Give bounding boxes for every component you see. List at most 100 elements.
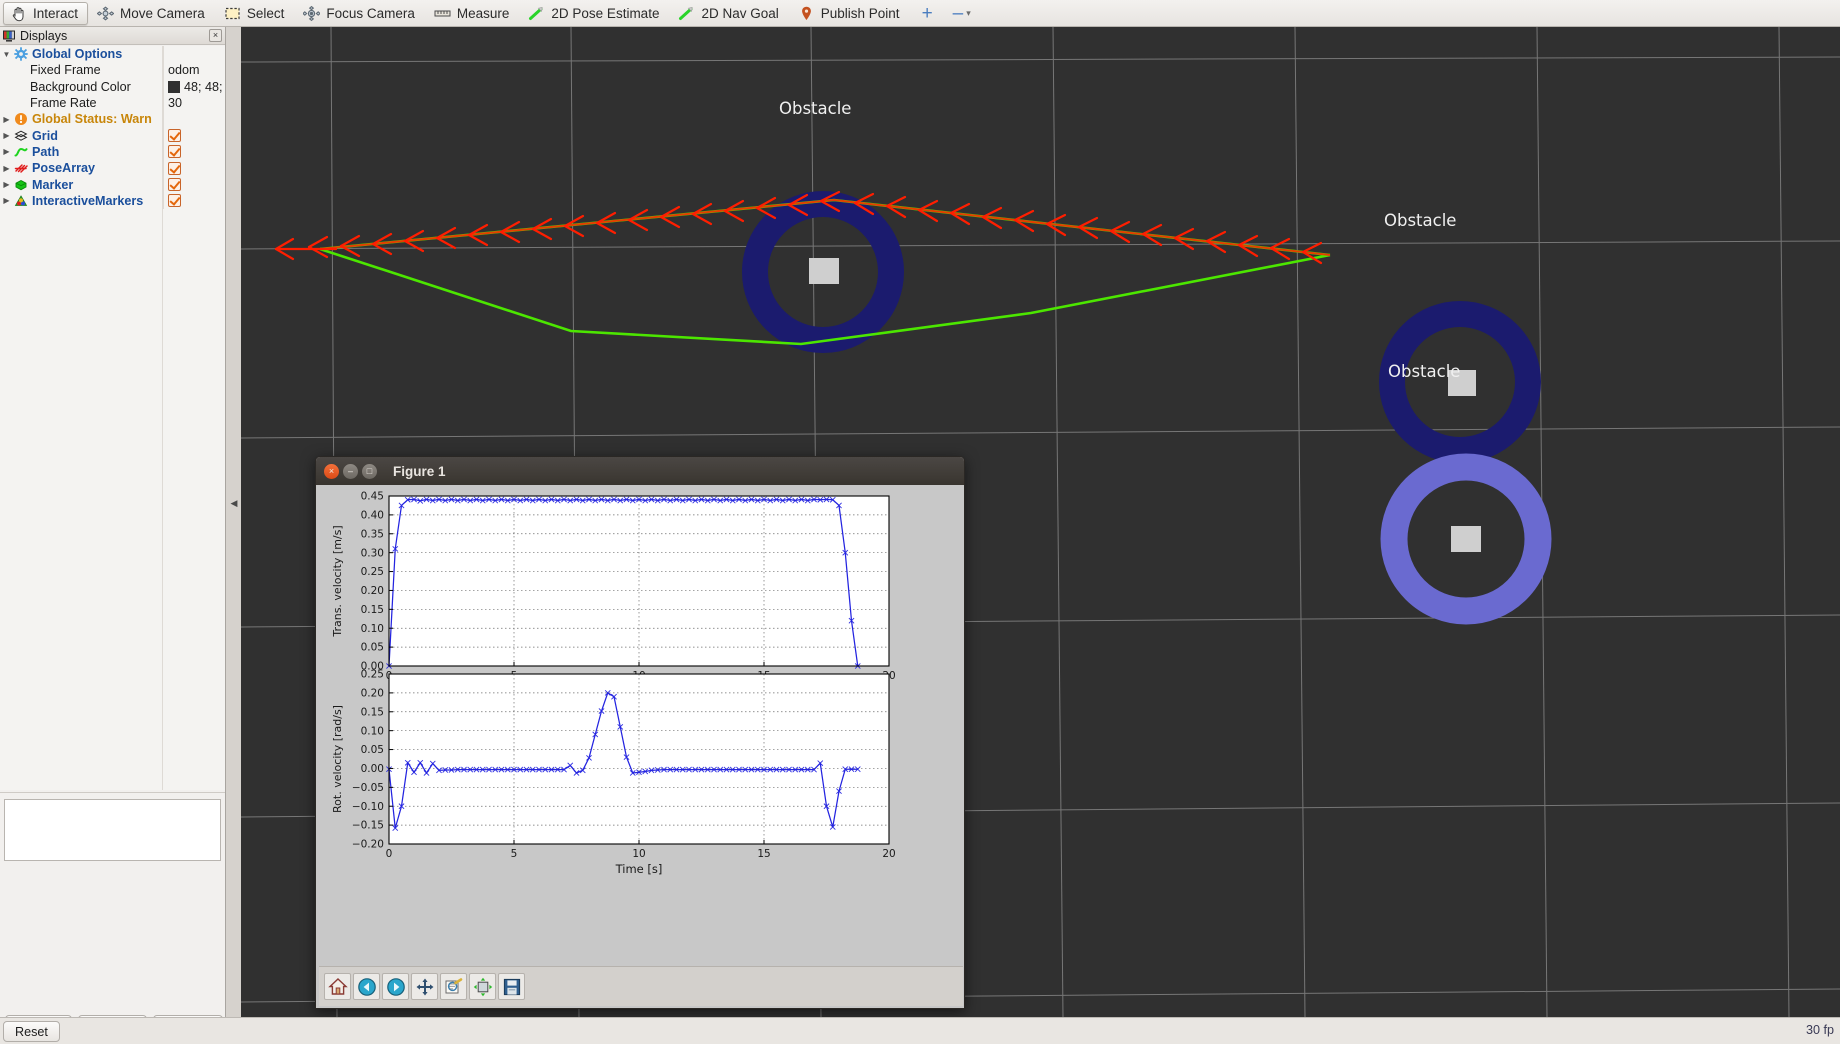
marker-enabled-checkbox[interactable] xyxy=(168,178,181,192)
tree-item-value xyxy=(163,127,225,144)
interactive-markers-enabled-checkbox[interactable] xyxy=(168,194,181,208)
expand-arrow-icon[interactable]: ▼ xyxy=(0,50,13,59)
toolbar-2d-pose-estimate-button[interactable]: 2D Pose Estimate xyxy=(521,2,669,25)
figure-title: Figure 1 xyxy=(393,463,446,479)
save-disk-icon[interactable] xyxy=(498,973,525,1000)
tree-item-label: Frame Rate xyxy=(30,96,97,111)
svg-text:Trans. velocity [m/s]: Trans. velocity [m/s] xyxy=(331,525,344,637)
minimize-icon[interactable]: – xyxy=(343,463,358,479)
tree-item-label: InteractiveMarkers xyxy=(32,193,144,208)
rviz-window: Interact Move Camera Select Focus Camera… xyxy=(0,0,1840,1044)
svg-text:0.05: 0.05 xyxy=(361,642,384,654)
color-swatch-icon xyxy=(168,80,180,93)
background-color-value[interactable]: 48; 48; xyxy=(163,78,225,95)
panel-collapse-handle[interactable]: ◀ xyxy=(229,492,239,514)
toolbar-interact-button[interactable]: Interact xyxy=(3,1,89,25)
frame-rate-value[interactable]: 30 xyxy=(163,94,225,112)
toolbar-2d-nav-goal-button[interactable]: 2D Nav Goal xyxy=(671,2,788,25)
pose-arrow-icon xyxy=(528,5,545,22)
toolbar-item-label: Measure xyxy=(456,5,510,21)
expand-arrow-icon[interactable]: ▶ xyxy=(0,131,13,140)
chevron-down-icon[interactable]: ▾ xyxy=(966,8,979,19)
grid-icon xyxy=(13,128,28,143)
svg-text:0.30: 0.30 xyxy=(361,547,384,559)
svg-text:0.15: 0.15 xyxy=(361,706,384,718)
tree-item-global-options[interactable]: ▼ Global Options xyxy=(0,46,225,63)
tree-item-fixed-frame[interactable]: Fixed Frame odom xyxy=(0,62,225,79)
figure-navigation-toolbar xyxy=(319,966,963,1006)
ruler-icon xyxy=(434,5,451,22)
gear-icon xyxy=(13,47,28,62)
maximize-icon[interactable]: □ xyxy=(362,463,377,479)
toolbar-move-camera-button[interactable]: Move Camera xyxy=(90,2,215,25)
move-camera-icon xyxy=(97,5,115,22)
display-details-box xyxy=(4,799,221,861)
grid-enabled-checkbox[interactable] xyxy=(168,129,181,143)
expand-arrow-icon[interactable]: ▶ xyxy=(0,147,13,156)
panel-splitter[interactable] xyxy=(0,792,225,798)
tree-item-label: Path xyxy=(32,144,60,159)
toolbar-publish-point-button[interactable]: Publish Point xyxy=(791,2,910,25)
tree-item-interactive-markers[interactable]: ▶ InteractiveMarkers xyxy=(0,192,225,209)
tree-item-background-color[interactable]: Background Color 48; 48; xyxy=(0,78,225,95)
svg-text:5: 5 xyxy=(511,848,518,860)
interactive-markers-icon xyxy=(13,193,28,208)
svg-text:Time [s]: Time [s] xyxy=(615,862,663,876)
posearray-enabled-checkbox[interactable] xyxy=(168,161,181,175)
displays-panel-title: Displays xyxy=(20,28,68,43)
figure-titlebar[interactable]: × – □ Figure 1 xyxy=(316,457,964,485)
expand-arrow-icon[interactable]: ▶ xyxy=(0,196,13,205)
fixed-frame-value[interactable]: odom xyxy=(163,62,225,79)
expand-arrow-icon[interactable]: ▶ xyxy=(0,115,13,124)
zoom-rect-icon[interactable] xyxy=(440,973,467,1000)
plots-svg: 0.00 0.05 0.10 0.15 0.20 0.25 0.30 0.35 0.40 0.45… xyxy=(319,486,963,964)
displays-tree[interactable]: ▼ Global Options Fixed Frame odom Backgr… xyxy=(0,46,225,790)
tree-column-divider xyxy=(162,46,163,790)
forward-arrow-icon[interactable] xyxy=(382,973,409,1000)
obstacle-label: Obstacle xyxy=(1384,211,1457,230)
toolbar-measure-button[interactable]: Measure xyxy=(427,2,520,25)
svg-text:0.45: 0.45 xyxy=(361,491,384,503)
displays-panel-header: Displays × xyxy=(0,27,225,45)
home-icon[interactable] xyxy=(324,973,351,1000)
toolbar-remove-tool-button[interactable]: – xyxy=(943,4,967,23)
toolbar-focus-camera-button[interactable]: Focus Camera xyxy=(296,2,425,25)
tree-item-label: Background Color xyxy=(30,79,131,94)
pan-move-icon[interactable] xyxy=(411,973,438,1000)
subplots-config-icon[interactable] xyxy=(469,973,496,1000)
svg-text:0.20: 0.20 xyxy=(361,585,384,597)
reset-button[interactable]: Reset xyxy=(3,1021,60,1042)
tree-item-posearray[interactable]: ▶ PoseArray xyxy=(0,160,225,177)
svg-text:−0.10: −0.10 xyxy=(352,801,384,813)
svg-text:0.15: 0.15 xyxy=(361,604,384,616)
svg-text:0.10: 0.10 xyxy=(361,623,384,635)
tree-item-marker[interactable]: ▶ Marker xyxy=(0,176,225,193)
toolbar-item-label: Focus Camera xyxy=(326,5,415,21)
tree-item-label: Grid xyxy=(32,128,58,143)
svg-text:0.25: 0.25 xyxy=(361,566,384,578)
close-icon[interactable]: × xyxy=(209,29,222,42)
toolbar-select-button[interactable]: Select xyxy=(217,2,295,25)
tree-item-value xyxy=(163,143,225,161)
tree-item-path[interactable]: ▶ Path xyxy=(0,143,225,161)
marker-icon xyxy=(13,177,28,192)
path-enabled-checkbox[interactable] xyxy=(168,145,181,159)
tree-item-value xyxy=(163,46,225,63)
toolbar-item-label: Move Camera xyxy=(120,5,205,21)
matplotlib-figure-window[interactable]: × – □ Figure 1 0.00 0.05 0.10 0.15 0.20 0.25 0… xyxy=(315,456,965,1009)
back-arrow-icon[interactable] xyxy=(353,973,380,1000)
close-icon[interactable]: × xyxy=(324,463,339,479)
svg-text:20: 20 xyxy=(882,848,895,860)
tree-item-grid[interactable]: ▶ Grid xyxy=(0,127,225,144)
tree-item-global-status[interactable]: ▶ Global Status: Warn xyxy=(0,111,225,128)
hand-icon xyxy=(10,5,27,22)
tree-item-label: Fixed Frame xyxy=(30,63,101,78)
toolbar-add-tool-button[interactable]: + xyxy=(912,4,943,23)
tree-item-value xyxy=(163,176,225,193)
expand-arrow-icon[interactable]: ▶ xyxy=(0,164,13,173)
svg-text:−0.20: −0.20 xyxy=(352,839,384,851)
figure-canvas[interactable]: 0.00 0.05 0.10 0.15 0.20 0.25 0.30 0.35 0.40 0.45… xyxy=(319,486,963,964)
tree-item-frame-rate[interactable]: Frame Rate 30 xyxy=(0,94,225,112)
expand-arrow-icon[interactable]: ▶ xyxy=(0,180,13,189)
svg-text:−0.05: −0.05 xyxy=(352,782,384,794)
